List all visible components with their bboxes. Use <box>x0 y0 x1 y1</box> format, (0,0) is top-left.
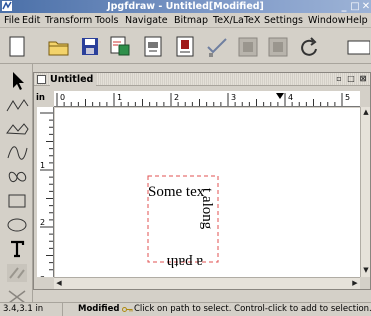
disabled-button-1[interactable] <box>235 34 261 60</box>
gray-button-icon <box>268 37 288 57</box>
new-file-icon <box>9 36 25 57</box>
menu-file[interactable]: File <box>4 13 20 28</box>
save-button[interactable] <box>77 34 103 60</box>
doc-maximize-icon[interactable]: □ <box>346 74 356 84</box>
key-icon <box>122 307 133 312</box>
open-curve-tool[interactable] <box>4 142 30 164</box>
ruler-label: 5 <box>345 93 350 102</box>
ellipse-tool[interactable] <box>4 214 30 236</box>
select-pointer-icon <box>13 72 24 90</box>
ruler-label: 2 <box>40 218 45 227</box>
window-button[interactable] <box>344 34 370 60</box>
vertical-ruler-ticks: 1 2 3 <box>40 112 53 277</box>
menu-settings[interactable]: Settings <box>264 13 303 28</box>
menu-tex-latex[interactable]: TeX/LaTeX <box>213 13 260 28</box>
ellipse-icon <box>7 218 27 232</box>
open-folder-icon <box>48 41 69 56</box>
new-file-button[interactable] <box>4 34 30 60</box>
redo-icon <box>301 37 317 56</box>
export-icon <box>144 36 162 57</box>
ruler-label: 1 <box>117 93 122 102</box>
open-line-icon <box>6 99 29 112</box>
disabled-button-2[interactable] <box>265 34 291 60</box>
minimize-button[interactable]: _ <box>339 0 349 13</box>
tool-palette <box>0 64 33 316</box>
status-hint: Click on path to select. Control-click t… <box>134 304 371 314</box>
scroll-left-icon[interactable]: ◀ <box>54 278 64 288</box>
text-path-figure[interactable]: Some tex t along a path <box>55 108 360 278</box>
window-icon <box>347 40 370 55</box>
scroll-right-icon[interactable]: ▶ <box>350 278 360 288</box>
ruler-label: 3 <box>40 275 45 277</box>
menu-transform[interactable]: Transform <box>45 13 92 28</box>
open-button[interactable] <box>46 34 72 60</box>
closed-curve-icon <box>8 171 27 183</box>
window-title: Jpgfdraw - Untitled[Modified] <box>107 1 264 12</box>
text-icon <box>11 240 25 258</box>
ruler-label: 1 <box>40 161 45 170</box>
menu-bar: File Edit Transform Tools Navigate Bitma… <box>0 13 371 28</box>
toolbar <box>0 28 371 64</box>
ruler-unit: in <box>36 93 45 103</box>
modified-status: Modified <box>78 304 120 314</box>
horizontal-scrollbar[interactable]: ◀ ▶ <box>54 277 360 289</box>
cursor-position: 3.4,3.1 in <box>3 303 63 316</box>
document-window: Untitled ▫ □ ⊠ in 0 1 2 3 4 5 1 2 3 Some tex t … <box>33 72 371 290</box>
document-icon <box>37 75 46 84</box>
export-button[interactable] <box>140 34 166 60</box>
gray-button-icon <box>238 37 258 57</box>
document-title-bar[interactable]: Untitled ▫ □ ⊠ <box>34 73 370 86</box>
ruler-cursor-marker <box>276 93 284 99</box>
open-curve-icon <box>7 146 28 160</box>
vertical-ruler: 1 2 3 <box>37 107 54 277</box>
image-properties-icon <box>110 36 130 56</box>
close-button[interactable]: ✕ <box>361 0 371 13</box>
menu-navigate[interactable]: Navigate <box>125 13 168 28</box>
horizontal-ruler: 0 1 2 3 4 5 <box>54 91 360 107</box>
menu-edit[interactable]: Edit <box>22 13 40 28</box>
select-tool[interactable] <box>4 70 30 92</box>
ruler-label: 4 <box>288 93 293 102</box>
ruler-label: 3 <box>231 93 236 102</box>
save-icon <box>82 38 98 55</box>
open-line-tool[interactable] <box>4 94 30 116</box>
closed-line-tool[interactable] <box>4 118 30 140</box>
ruler-label: 0 <box>60 93 65 102</box>
drawing-canvas[interactable]: Some tex t along a path <box>55 108 360 278</box>
check-button[interactable] <box>204 34 230 60</box>
page-button[interactable] <box>172 34 198 60</box>
document-title: Untitled <box>50 73 97 86</box>
math-icon <box>7 264 27 282</box>
status-bar: 3.4,3.1 in Modified Click on path to sel… <box>0 302 371 316</box>
doc-close-icon[interactable]: ⊠ <box>358 74 368 84</box>
menu-tools[interactable]: Tools <box>95 13 118 28</box>
title-bar: Jpgfdraw - Untitled[Modified] _ □ ✕ <box>0 0 371 13</box>
vertical-scrollbar[interactable]: ▲ ▼ <box>360 107 370 277</box>
menu-bitmap[interactable]: Bitmap <box>174 13 208 28</box>
redo-button[interactable] <box>296 34 322 60</box>
doc-minimize-icon[interactable]: ▫ <box>334 74 344 84</box>
horizontal-ruler-ticks: 0 1 2 3 4 5 <box>56 93 350 106</box>
text-line-1: Some tex <box>148 184 205 200</box>
check-icon <box>207 38 227 57</box>
text-tool[interactable] <box>4 238 30 260</box>
image-properties-button[interactable] <box>107 34 133 60</box>
rectangle-icon <box>8 194 26 208</box>
math-tool[interactable] <box>4 262 30 284</box>
scroll-up-icon[interactable]: ▲ <box>361 107 371 117</box>
rectangle-tool[interactable] <box>4 190 30 212</box>
closed-line-icon <box>6 123 29 135</box>
text-line-2: t along <box>199 188 215 230</box>
closed-curve-tool[interactable] <box>4 166 30 188</box>
ruler-label: 2 <box>174 93 179 102</box>
scroll-down-icon[interactable]: ▼ <box>361 265 371 275</box>
maximize-button[interactable]: □ <box>350 0 360 13</box>
text-line-3: a path <box>166 254 203 270</box>
page-icon <box>176 36 194 57</box>
menu-window[interactable]: Window <box>308 13 345 28</box>
menu-help[interactable]: Help <box>346 13 368 28</box>
